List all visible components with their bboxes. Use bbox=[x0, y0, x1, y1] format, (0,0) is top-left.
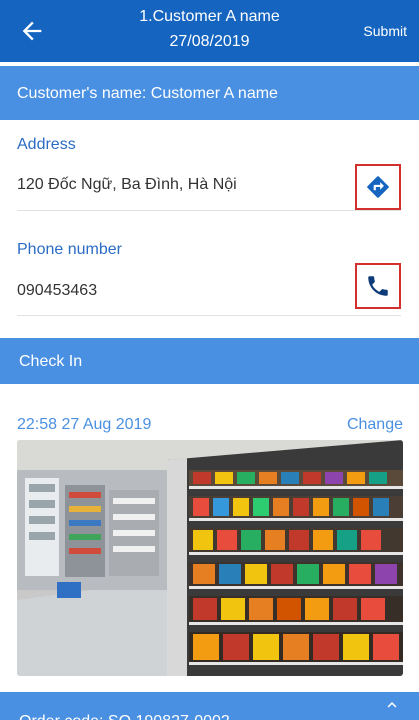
check-in-bar[interactable]: Check In bbox=[0, 338, 419, 384]
app-header: 1.Customer A name 27/08/2019 Submit bbox=[0, 0, 419, 62]
header-title-date: 27/08/2019 bbox=[169, 33, 250, 50]
back-button[interactable] bbox=[18, 17, 46, 45]
check-in-time: 22:58 27 Aug 2019 bbox=[17, 416, 152, 433]
check-in-photo[interactable] bbox=[17, 440, 403, 676]
directions-button[interactable] bbox=[355, 164, 401, 210]
address-value: 120 Đốc Ngữ, Ba Đình, Hà Nội bbox=[17, 176, 237, 193]
phone-icon bbox=[368, 276, 388, 296]
arrow-left-icon bbox=[22, 21, 42, 41]
order-code-bar[interactable]: Order code: SO 190827-0002 bbox=[0, 692, 419, 720]
phone-label: Phone number bbox=[17, 241, 122, 258]
chevron-up-icon bbox=[387, 702, 397, 708]
header-title-customer: 1.Customer A name bbox=[139, 8, 280, 25]
header-title: 1.Customer A name 27/08/2019 bbox=[70, 6, 349, 53]
phone-value: 090453463 bbox=[17, 282, 98, 299]
phone-divider bbox=[17, 315, 401, 316]
change-photo-link[interactable]: Change bbox=[347, 416, 403, 434]
address-label: Address bbox=[17, 136, 76, 153]
call-button[interactable] bbox=[355, 263, 401, 309]
address-divider bbox=[17, 210, 401, 211]
order-code-text: Order code: SO 190827-0002 bbox=[19, 712, 230, 720]
customer-name-bar: Customer's name: Customer A name bbox=[0, 66, 419, 120]
directions-icon bbox=[367, 176, 389, 198]
customer-name-text: Customer's name: Customer A name bbox=[17, 85, 278, 102]
check-in-label: Check In bbox=[19, 353, 83, 370]
submit-button[interactable]: Submit bbox=[363, 22, 407, 40]
